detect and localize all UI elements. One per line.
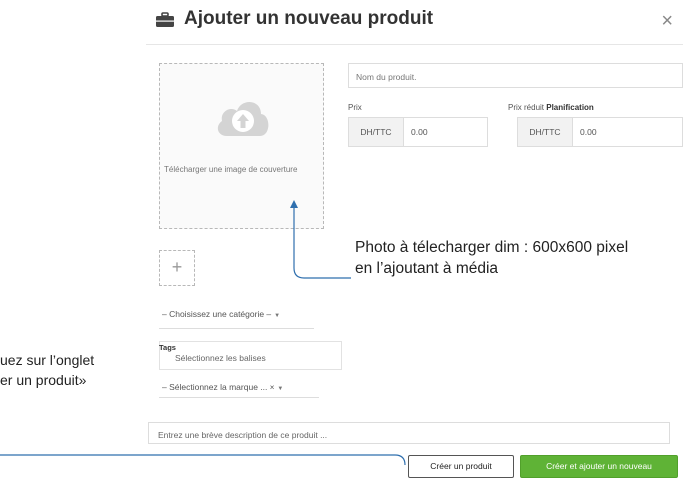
reduced-price-value[interactable]: 0.00 — [580, 118, 597, 146]
reduced-price-text: Prix réduit — [508, 103, 545, 112]
tags-input[interactable]: Sélectionnez les balises — [159, 341, 342, 370]
category-select[interactable]: – Choisissez une catégorie – ▼ — [159, 305, 314, 329]
price-label: Prix — [348, 103, 362, 112]
clear-icon[interactable]: × — [270, 383, 275, 392]
side-annotation-line1: uez sur l’onglet — [0, 352, 95, 368]
chevron-down-icon: ▼ — [277, 386, 284, 392]
photo-annotation: Photo à télecharger dim : 600x600 pixel … — [355, 237, 628, 279]
price-value[interactable]: 0.00 — [411, 118, 428, 146]
create-product-button[interactable]: Créer un produit — [408, 455, 514, 478]
description-input[interactable]: Entrez une brève description de ce produ… — [148, 422, 670, 444]
side-annotation-line2: er un produit» — [0, 372, 87, 388]
chevron-down-icon: ▼ — [274, 313, 281, 319]
reduced-price-label: Prix réduit Planification — [508, 103, 594, 112]
planning-link[interactable]: Planification — [546, 103, 594, 112]
briefcase-icon — [156, 12, 174, 27]
photo-annotation-line1: Photo à télecharger dim : 600x600 pixel — [355, 239, 629, 256]
modal-header: Ajouter un nouveau produit × — [146, 0, 683, 45]
photo-annotation-line2: en l’ajoutant à média — [355, 260, 499, 277]
brand-select-value: – Sélectionnez la marque ... — [162, 382, 268, 392]
modal-title: Ajouter un nouveau produit — [184, 8, 434, 29]
side-annotation: uez sur l’onglet er un produit» — [0, 350, 94, 390]
upload-text: Télécharger une image de couverture — [164, 165, 298, 174]
close-icon[interactable]: × — [661, 11, 673, 31]
price-currency-addon: DH/TTC — [349, 118, 404, 146]
price-field[interactable]: DH/TTC 0.00 — [348, 117, 488, 147]
tags-placeholder: Sélectionnez les balises — [175, 353, 266, 363]
category-select-value: – Choisissez une catégorie – — [162, 309, 272, 319]
reduced-price-field[interactable]: DH/TTC 0.00 — [517, 117, 683, 147]
add-image-button[interactable]: + — [159, 250, 195, 286]
brand-select[interactable]: – Sélectionnez la marque ... × ▼ — [159, 374, 319, 398]
product-name-input[interactable]: Nom du produit. — [348, 63, 683, 88]
create-and-new-button[interactable]: Créer et ajouter un nouveau — [520, 455, 678, 478]
cloud-upload-icon — [217, 101, 269, 136]
cover-image-upload[interactable]: Télécharger une image de couverture — [159, 63, 324, 229]
reduced-currency-addon: DH/TTC — [518, 118, 573, 146]
tags-label: Tags — [159, 343, 176, 352]
